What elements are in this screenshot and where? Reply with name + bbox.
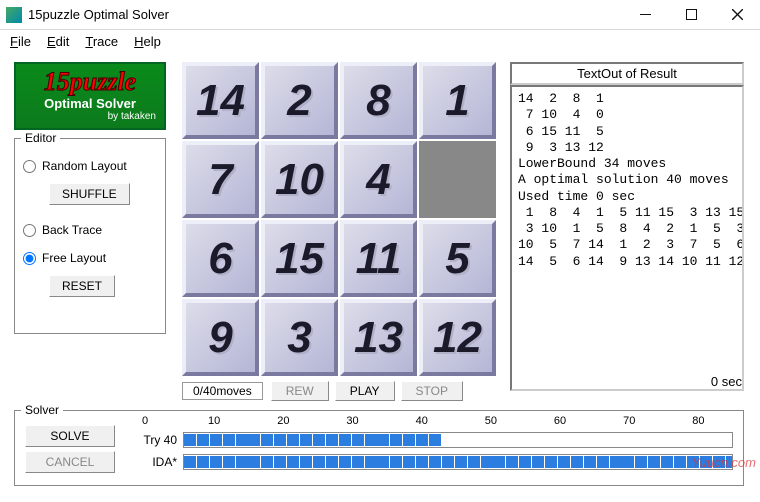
tile-4[interactable]: 4 (340, 141, 417, 218)
tile-1[interactable]: 1 (419, 62, 496, 139)
solver-group: Solver SOLVE CANCEL 01020304050607080 Tr… (14, 410, 744, 486)
back-trace-radio[interactable] (23, 224, 36, 237)
solve-button[interactable]: SOLVE (25, 425, 115, 447)
tile-11[interactable]: 11 (340, 220, 417, 297)
tick-0: 0 (142, 415, 148, 427)
random-layout-label: Random Layout (42, 159, 127, 173)
shuffle-button[interactable]: SHUFFLE (49, 183, 130, 205)
tile-number: 6 (208, 234, 232, 284)
rew-button[interactable]: REW (271, 381, 329, 401)
try-progress (183, 432, 733, 448)
reset-button[interactable]: RESET (49, 275, 115, 297)
menubar: File Edit Trace Help (0, 30, 760, 52)
tile-number: 14 (196, 76, 245, 126)
tile-number: 4 (366, 155, 390, 205)
tick-40: 40 (416, 415, 428, 427)
tile-13[interactable]: 13 (340, 299, 417, 376)
tile-5[interactable]: 5 (419, 220, 496, 297)
tile-number: 13 (354, 313, 403, 363)
ida-progress (183, 454, 733, 470)
tile-3[interactable]: 3 (261, 299, 338, 376)
tile-6[interactable]: 6 (182, 220, 259, 297)
tick-60: 60 (554, 415, 566, 427)
tick-50: 50 (485, 415, 497, 427)
free-layout-radio[interactable] (23, 252, 36, 265)
try-label: Try 40 (125, 433, 183, 447)
tile-14[interactable]: 14 (182, 62, 259, 139)
tick-20: 20 (277, 415, 289, 427)
stop-button[interactable]: STOP (401, 381, 463, 401)
puzzle-board: 14 2 8 1 7 10 4 6 15 11 5 9 3 13 12 0/40moves REW PLAY… (182, 62, 498, 402)
random-layout-radio[interactable] (23, 160, 36, 173)
tile-9[interactable]: 9 (182, 299, 259, 376)
tile-12[interactable]: 12 (419, 299, 496, 376)
editor-group: Editor Random Layout SHUFFLE Back Trace … (14, 138, 166, 334)
elapsed-sec: 0 sec (711, 374, 742, 389)
tile-number: 7 (208, 155, 232, 205)
minimize-button[interactable] (622, 0, 668, 30)
logo: 15puzzle Optimal Solver by takaken (14, 62, 166, 130)
maximize-button[interactable] (668, 0, 714, 30)
cancel-button[interactable]: CANCEL (25, 451, 115, 473)
tile-number: 11 (356, 234, 402, 284)
tile-number: 5 (445, 234, 469, 284)
result-panel: TextOut of Result 14 2 8 1 7 10 4 0 6 15… (510, 62, 744, 396)
back-trace-label: Back Trace (42, 223, 102, 237)
tile-15[interactable]: 15 (261, 220, 338, 297)
tile-number: 1 (445, 76, 469, 126)
titlebar: 15puzzle Optimal Solver (0, 0, 760, 30)
logo-subtitle: Optimal Solver (44, 96, 136, 111)
tick-80: 80 (692, 415, 704, 427)
moves-counter: 0/40moves (182, 382, 263, 400)
result-body: 14 2 8 1 7 10 4 0 6 15 11 5 9 3 13 12 Lo… (510, 85, 744, 391)
editor-legend: Editor (21, 131, 60, 145)
tile-number: 10 (275, 155, 324, 205)
app-icon (6, 7, 22, 23)
close-button[interactable] (714, 0, 760, 30)
tile-number: 8 (366, 76, 390, 126)
tick-70: 70 (623, 415, 635, 427)
tile-10[interactable]: 10 (261, 141, 338, 218)
solver-scale: 0 10 20 30 40 50 60 70 80 (145, 415, 733, 429)
menu-help[interactable]: Help (134, 34, 161, 49)
tile-number: 2 (287, 76, 311, 126)
menu-edit[interactable]: Edit (47, 34, 69, 49)
free-layout-label: Free Layout (42, 251, 106, 265)
tile-number: 15 (275, 234, 324, 284)
tile-8[interactable]: 8 (340, 62, 417, 139)
tile-2[interactable]: 2 (261, 62, 338, 139)
tick-10: 10 (208, 415, 220, 427)
menu-file[interactable]: File (10, 34, 31, 49)
tile-empty[interactable] (419, 141, 496, 218)
solver-legend: Solver (21, 403, 63, 417)
menu-trace[interactable]: Trace (85, 34, 118, 49)
play-button[interactable]: PLAY (335, 381, 395, 401)
tile-number: 3 (287, 313, 311, 363)
ida-label: IDA* (125, 455, 183, 469)
tile-number: 9 (208, 313, 232, 363)
tile-7[interactable]: 7 (182, 141, 259, 218)
logo-author: by takaken (108, 111, 164, 122)
window-title: 15puzzle Optimal Solver (28, 7, 622, 22)
tile-number: 12 (433, 313, 482, 363)
tick-30: 30 (346, 415, 358, 427)
logo-title: 15puzzle (44, 70, 136, 93)
result-header: TextOut of Result (510, 62, 744, 85)
